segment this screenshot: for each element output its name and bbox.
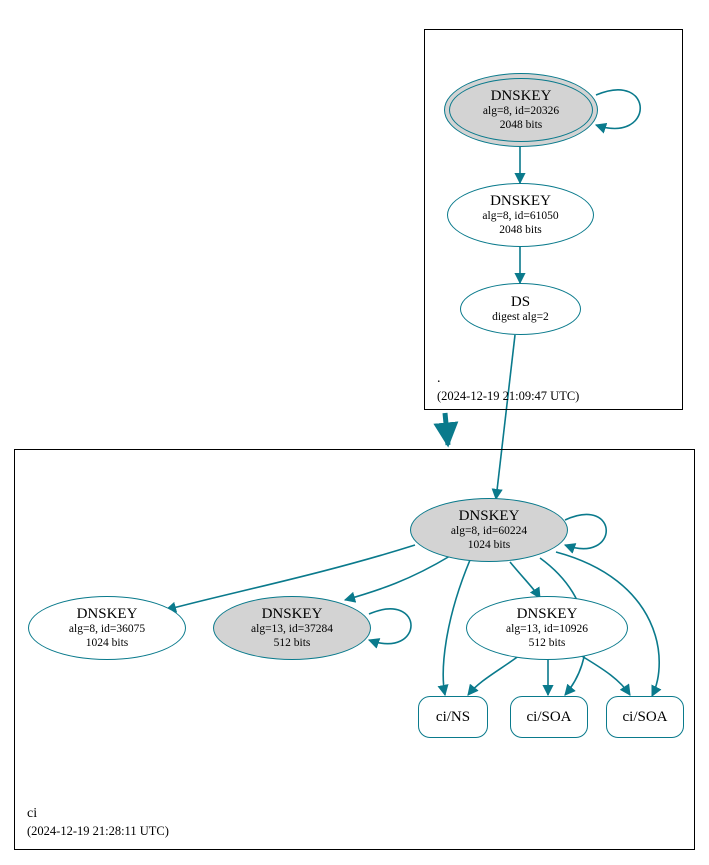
node-ds-title: DS [511,294,530,311]
node-ci-37284-alg: alg=13, id=37284 [251,623,333,636]
rr-ci-ns-label: ci/NS [436,709,470,726]
node-ci-ksk-bits: 1024 bits [468,539,511,552]
node-ci-36075: DNSKEY alg=8, id=36075 1024 bits [28,596,186,660]
node-root-zsk-title: DNSKEY [490,193,551,210]
node-ds-alg: digest alg=2 [492,311,549,324]
node-ci-10926-title: DNSKEY [517,606,578,623]
node-ci-10926-bits: 512 bits [529,637,566,650]
node-ci-36075-title: DNSKEY [77,606,138,623]
node-ci-36075-bits: 1024 bits [86,637,129,650]
node-ci-37284: DNSKEY alg=13, id=37284 512 bits [213,596,371,660]
node-ci-ksk: DNSKEY alg=8, id=60224 1024 bits [410,498,568,562]
diagram-canvas: . (2024-12-19 21:09:47 UTC) ci (2024-12-… [0,0,709,865]
node-ci-10926: DNSKEY alg=13, id=10926 512 bits [466,596,628,660]
node-root-zsk-alg: alg=8, id=61050 [482,210,558,223]
rr-ci-soa-1-label: ci/SOA [527,709,572,726]
node-ci-37284-bits: 512 bits [274,637,311,650]
zone-ci-label: ci (2024-12-19 21:28:11 UTC) [27,805,169,841]
node-ci-ksk-title: DNSKEY [459,508,520,525]
rr-ci-soa-2: ci/SOA [606,696,684,738]
zone-ci-name: ci [27,806,37,821]
node-ci-ksk-alg: alg=8, id=60224 [451,525,527,538]
node-root-ksk: DNSKEY alg=8, id=20326 2048 bits [444,73,598,147]
zone-root-name: . [437,371,441,386]
node-ci-10926-alg: alg=13, id=10926 [506,623,588,636]
rr-ci-soa-2-label: ci/SOA [623,709,668,726]
node-ds: DS digest alg=2 [460,283,581,335]
zone-root-timestamp: (2024-12-19 21:09:47 UTC) [437,389,579,403]
edge-root-to-ci-zone [445,413,448,445]
node-root-zsk-bits: 2048 bits [499,224,542,237]
zone-root-label: . (2024-12-19 21:09:47 UTC) [437,370,579,406]
node-ci-36075-alg: alg=8, id=36075 [69,623,145,636]
rr-ci-soa-1: ci/SOA [510,696,588,738]
node-root-zsk: DNSKEY alg=8, id=61050 2048 bits [447,183,594,247]
node-root-ksk-bits: 2048 bits [500,119,543,132]
zone-ci-timestamp: (2024-12-19 21:28:11 UTC) [27,824,169,838]
rr-ci-ns: ci/NS [418,696,488,738]
node-root-ksk-alg: alg=8, id=20326 [483,105,559,118]
node-root-ksk-title: DNSKEY [491,88,552,105]
node-ci-37284-title: DNSKEY [262,606,323,623]
